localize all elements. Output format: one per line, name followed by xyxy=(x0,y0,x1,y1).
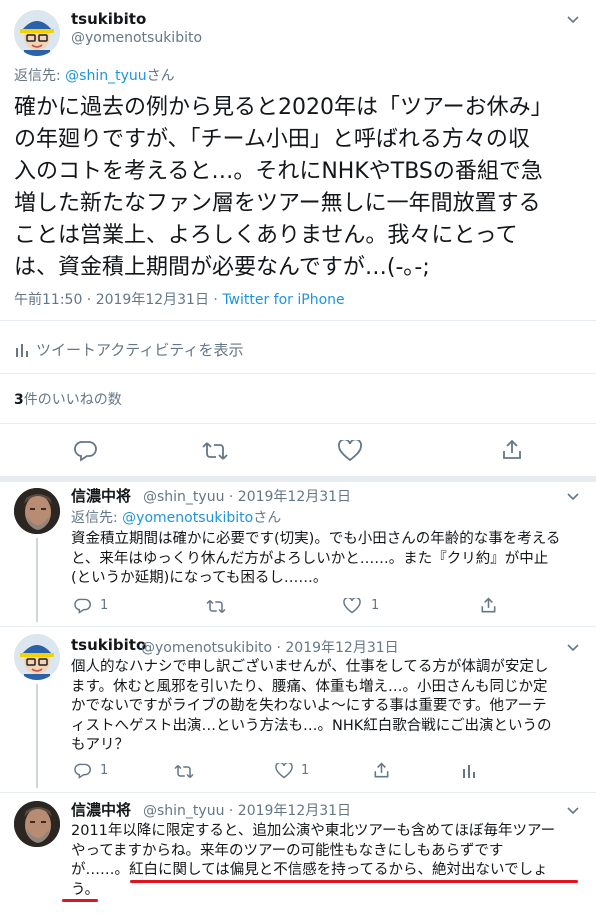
tweet-text-line: 増した新たなファン層をツアー無しに一年間放置する xyxy=(14,191,541,216)
divider xyxy=(0,626,596,627)
highlight-underline xyxy=(130,880,578,883)
avatar[interactable] xyxy=(14,801,60,847)
reply-prefix: 返信先: xyxy=(71,510,123,526)
divider xyxy=(0,476,596,482)
reply-to-link[interactable]: @shin_tyuu xyxy=(65,68,146,84)
share-icon[interactable] xyxy=(373,762,390,779)
share-icon[interactable] xyxy=(480,597,497,614)
avatar[interactable] xyxy=(14,634,60,680)
tweet-text-line: う。 xyxy=(71,881,100,898)
tweet-text-line: ィストへゲスト出演…という方法も…。NHK紅白歌合戦にご出演というの xyxy=(71,717,552,734)
tweet-text-line: は、資金積上期間が必要なんですが…(-｡-; xyxy=(14,255,430,280)
tweet-text: 個人的なハナシで申し訳ございませんが、仕事をしてる方が体調が安定し ます。休むと… xyxy=(71,658,586,756)
likes-label: 件のいいねの数 xyxy=(23,392,122,408)
user-handle[interactable]: @yomenotsukibito · 2019年12月31日 xyxy=(141,637,399,657)
tweet-meta: 午前11:50 · 2019年12月31日 · Twitter for iPho… xyxy=(14,289,345,309)
thread-line xyxy=(36,538,38,622)
retweet-icon[interactable] xyxy=(174,764,194,779)
avatar[interactable] xyxy=(14,10,60,56)
divider xyxy=(0,792,596,793)
tweet-text-line: の年廻りですが、「チーム小田」と呼ばれる方々の収 xyxy=(14,127,530,152)
like-count: 1 xyxy=(301,763,310,778)
tweet-text-line: 確かに過去の例から見ると2020年は「ツアーお休み」 xyxy=(14,95,553,120)
chevron-down-icon[interactable] xyxy=(566,489,580,503)
tweet-text-line: ます。休むと風邪を引いたり、腰痛、体重も増え…。小田さんも同じか定 xyxy=(71,678,548,695)
user-handle[interactable]: @shin_tyuu · 2019年12月31日 xyxy=(143,486,351,506)
divider xyxy=(0,373,596,374)
tweet-text: 2011年以降に限定すると、追加公演や東北ツアーも含めてほぼ毎年ツアー やってま… xyxy=(71,822,586,900)
thread-line xyxy=(36,684,38,788)
reply-suffix: さん xyxy=(253,510,282,526)
tweet-activity-link[interactable]: ツイートアクティビティを表示 xyxy=(36,339,243,360)
chevron-down-icon[interactable] xyxy=(566,640,580,654)
reply-icon[interactable] xyxy=(74,763,92,779)
display-name[interactable]: tsukibito xyxy=(71,636,146,654)
analytics-icon[interactable] xyxy=(461,763,477,779)
tweet-text-line: (というか延期)になっても困るし……。 xyxy=(71,570,328,586)
likes-summary[interactable]: 3件のいいねの数 xyxy=(14,389,122,409)
tweet-text-line: 2011年以降に限定すると、追加公演や東北ツアーも含めてほぼ毎年ツアー xyxy=(71,823,556,839)
tweet-text-line: ことは営業上、よろしくありません。我々にとって xyxy=(14,223,518,248)
tweet-text-line: 個人的なハナシで申し訳ございませんが、仕事をしてる方が体調が安定し xyxy=(71,659,549,675)
heart-icon[interactable] xyxy=(338,440,362,462)
user-handle[interactable]: @shin_tyuu · 2019年12月31日 xyxy=(143,800,351,820)
display-name[interactable]: tsukibito xyxy=(71,10,146,28)
divider xyxy=(0,423,596,424)
reply-icon[interactable] xyxy=(74,598,92,614)
reply-suffix: さん xyxy=(146,68,175,84)
tweet-text-line: もアリ？ xyxy=(71,737,129,753)
retweet-icon[interactable] xyxy=(202,441,228,461)
heart-icon[interactable] xyxy=(275,763,293,779)
tweet-text-line: やってますからね。来年のツアーの可能性もなきにしもあらずです xyxy=(71,842,504,859)
chevron-down-icon[interactable] xyxy=(566,12,580,26)
share-icon[interactable] xyxy=(501,439,523,461)
reply-count: 1 xyxy=(100,598,109,613)
tweet-text-line: かでないですがライブの勘を失わないよ～にする事は重要です。他アーテ xyxy=(71,698,547,714)
tweet-text-line: が……。紅白に関しては偏見と不信感を持ってるから、絶対出ないでしょ xyxy=(71,862,548,878)
reply-prefix: 返信先: xyxy=(14,68,66,84)
display-name[interactable]: 信濃中将 xyxy=(71,799,131,820)
avatar[interactable] xyxy=(14,488,60,534)
chevron-down-icon[interactable] xyxy=(566,803,580,817)
display-name[interactable]: 信濃中将 xyxy=(71,485,131,506)
tweet-text: 確かに過去の例から見ると2020年は「ツアーお休み」 の年廻りですが、「チーム小… xyxy=(14,92,584,284)
reply-to-line: 返信先: @yomenotsukibitoさん xyxy=(71,507,281,527)
tweet-text: 資金積立期間は確かに必要です(切実)。でも小田さんの年齢的な事を考える と、来年… xyxy=(71,530,586,589)
likes-count: 3 xyxy=(14,392,24,408)
tweet-timestamp[interactable]: 午前11:50 · 2019年12月31日 · xyxy=(14,292,222,308)
tweet-text-line: 資金積立期間は確かに必要です(切実)。でも小田さんの年齢的な事を考える xyxy=(71,531,561,547)
tweet-activity-label: ツイートアクティビティを表示 xyxy=(36,341,244,359)
highlight-underline xyxy=(62,899,98,902)
tweet-text-line: と、来年はゆっくり休んだ方がよろしいかと……。また『クリ約』が中止 xyxy=(71,550,549,567)
divider xyxy=(0,320,596,321)
user-handle[interactable]: @yomenotsukibito xyxy=(71,30,202,46)
heart-icon[interactable] xyxy=(343,598,361,614)
like-count: 1 xyxy=(371,598,380,613)
analytics-icon xyxy=(16,344,28,357)
tweet-text-line: 入のコトを考えると…。それにNHKやTBSの番組で急 xyxy=(14,159,543,184)
reply-icon[interactable] xyxy=(74,440,98,462)
tweet-source-link[interactable]: Twitter for iPhone xyxy=(222,292,344,308)
reply-to-link[interactable]: @yomenotsukibito xyxy=(122,510,253,526)
reply-count: 1 xyxy=(100,763,109,778)
retweet-icon[interactable] xyxy=(206,599,226,614)
reply-to-line: 返信先: @shin_tyuuさん xyxy=(14,65,175,85)
